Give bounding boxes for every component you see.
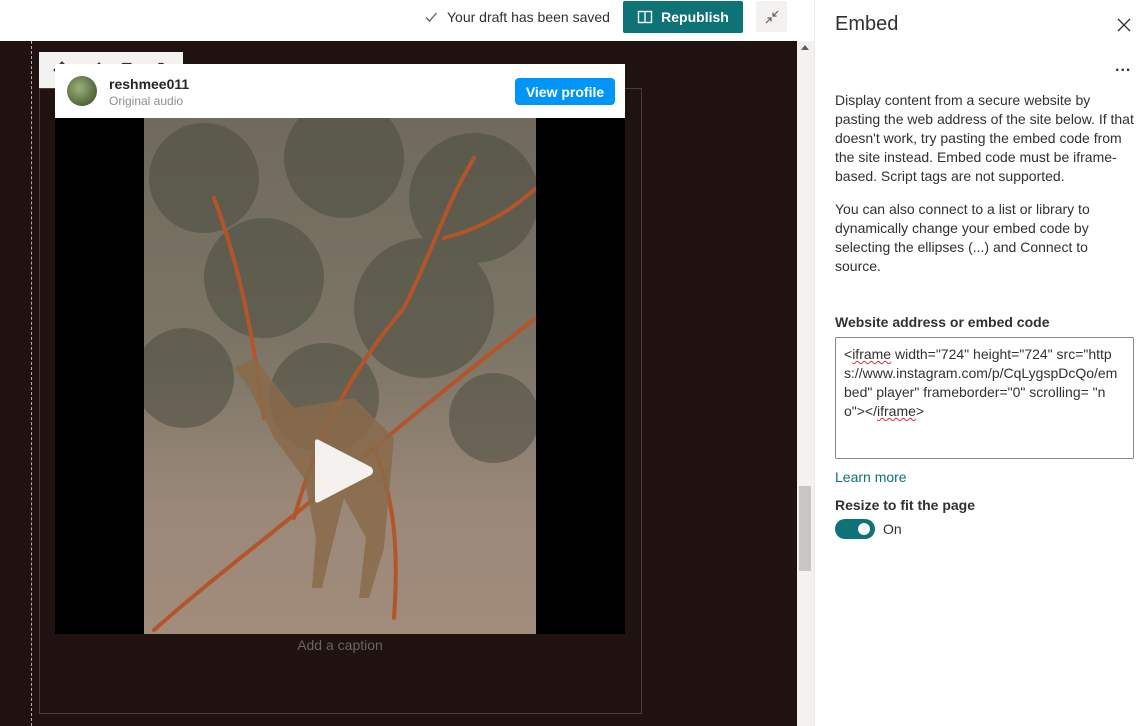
view-profile-button[interactable]: View profile [515, 78, 615, 105]
republish-button[interactable]: Republish [623, 1, 743, 33]
panel-connect-description: You can also connect to a list or librar… [835, 201, 1090, 274]
caption-input[interactable]: Add a caption [55, 637, 625, 653]
video-player[interactable] [55, 118, 625, 634]
save-status: Your draft has been saved [424, 8, 610, 26]
embed-property-pane: Embed ... Display content from a secure … [814, 0, 1143, 726]
toggle-knob [858, 523, 870, 535]
toggle-state-text: On [883, 521, 902, 537]
more-options-button[interactable]: ... [1115, 58, 1131, 76]
save-status-text: Your draft has been saved [447, 9, 610, 25]
resize-label: Resize to fit the page [835, 497, 976, 513]
embed-code-text: iframe [877, 403, 916, 419]
video-thumbnail [144, 118, 536, 634]
embed-code-label: Website address or embed code [835, 314, 1050, 330]
collapse-icon [765, 10, 778, 23]
section-boundary [31, 41, 32, 726]
learn-more-link[interactable]: Learn more [835, 469, 907, 485]
avatar[interactable] [67, 76, 97, 106]
embed-code-text: > [915, 403, 925, 419]
audio-subtitle[interactable]: Original audio [109, 94, 183, 108]
book-open-icon [637, 10, 653, 24]
republish-label: Republish [661, 9, 729, 25]
instagram-header: reshmee011 Original audio View profile [55, 64, 625, 118]
check-icon [425, 12, 437, 22]
panel-title: Embed [835, 13, 899, 35]
embed-code-field[interactable]: <iframe width="724" height="724" src="ht… [835, 337, 1134, 459]
embed-code-text: iframe [852, 346, 892, 362]
scroll-thumb[interactable] [799, 486, 811, 571]
resize-toggle[interactable] [835, 519, 875, 539]
embed-code-text: < [844, 346, 853, 362]
play-icon[interactable] [311, 438, 375, 504]
collapse-button[interactable] [756, 1, 787, 32]
top-command-bar: Your draft has been saved Republish [0, 0, 814, 41]
username[interactable]: reshmee011 [109, 76, 189, 92]
close-icon[interactable] [1115, 16, 1133, 34]
canvas-scrollbar[interactable] [797, 41, 814, 726]
scroll-up-arrow[interactable] [801, 45, 809, 50]
panel-description: Display content from a secure website by… [835, 92, 1134, 184]
